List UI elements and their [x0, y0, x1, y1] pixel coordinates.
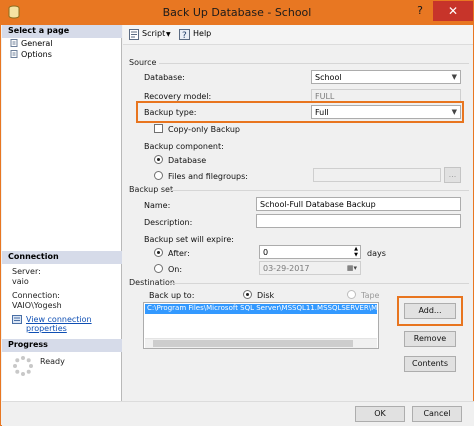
destination-disk-radio[interactable]	[243, 290, 252, 299]
expire-on-date-value: 03-29-2017	[263, 264, 310, 273]
add-button[interactable]: Add...	[404, 303, 456, 319]
copy-only-checkbox[interactable]	[154, 124, 163, 133]
backup-type-select[interactable]: Full ▼	[311, 105, 461, 119]
help-icon: ?	[179, 29, 190, 40]
expire-on-label: On:	[168, 265, 183, 274]
days-label: days	[367, 249, 386, 258]
destination-tape-label: Tape	[361, 291, 380, 300]
backup-name-input[interactable]: School-Full Database Backup	[256, 197, 461, 211]
title-bar: Back Up Database - School ? ✕	[1, 1, 473, 25]
destination-disk-label: Disk	[257, 291, 275, 300]
description-label: Description:	[144, 218, 193, 227]
component-files-radio[interactable]	[154, 171, 163, 180]
remove-button[interactable]: Remove	[404, 331, 456, 347]
chevron-down-icon: ▼	[451, 108, 457, 116]
backup-name-label: Name:	[144, 201, 171, 210]
cancel-button[interactable]: Cancel	[412, 406, 462, 422]
expire-after-label: After:	[168, 249, 190, 258]
page-item-options[interactable]: Options	[10, 50, 52, 61]
source-group-label: Source	[129, 58, 157, 67]
page-icon	[10, 50, 18, 58]
expire-on-date-field: 03-29-2017 ▦▾	[259, 261, 361, 275]
connection-properties-icon	[12, 315, 22, 324]
close-button[interactable]: ✕	[433, 1, 473, 21]
component-database-label: Database	[168, 156, 207, 165]
view-connection-properties-link[interactable]: View connection properties	[26, 315, 121, 333]
component-files-label: Files and filegroups:	[168, 172, 248, 181]
window-title: Back Up Database - School	[162, 6, 312, 19]
script-dropdown-arrow[interactable]: ▼	[166, 31, 171, 38]
calendar-dropdown-icon[interactable]: ▦▾	[347, 264, 357, 272]
expire-on-radio[interactable]	[154, 264, 163, 273]
connection-header: Connection	[2, 251, 122, 264]
expire-after-input[interactable]: 0 ▲ ▼	[259, 245, 361, 259]
progress-status: Ready	[40, 357, 65, 366]
backup-type-value: Full	[315, 108, 329, 117]
page-icon	[10, 39, 18, 47]
svg-text:?: ?	[182, 31, 187, 40]
source-divider	[159, 63, 469, 64]
connection-label: Connection:	[12, 291, 60, 300]
recovery-model-label: Recovery model:	[144, 92, 212, 101]
destination-divider	[169, 283, 469, 284]
expire-after-radio[interactable]	[154, 248, 163, 257]
description-input[interactable]	[256, 214, 461, 228]
progress-spinner-icon	[13, 356, 33, 376]
filegroups-browse-button[interactable]: ...	[444, 167, 461, 183]
copy-only-label: Copy-only Backup	[168, 125, 240, 134]
contents-button[interactable]: Contents	[404, 356, 456, 372]
general-page: Source Database: School ▼ Recovery model…	[123, 46, 473, 401]
database-select[interactable]: School ▼	[311, 70, 461, 84]
help-button[interactable]: Help	[193, 29, 211, 38]
backup-type-label: Backup type:	[144, 108, 197, 117]
database-value: School	[315, 73, 342, 82]
left-pane: Select a page General Options Connection…	[2, 25, 122, 401]
backup-set-divider	[167, 190, 469, 191]
connection-value: VAIO\Yogesh	[12, 301, 62, 310]
expire-label: Backup set will expire:	[144, 235, 234, 244]
script-icon	[129, 29, 139, 40]
backup-database-dialog: Back Up Database - School ? ✕ Select a p…	[0, 0, 474, 426]
script-button[interactable]: Script	[142, 29, 165, 38]
destination-path-item[interactable]: C:\Program Files\Microsoft SQL Server\MS…	[145, 304, 377, 314]
dialog-footer: OK Cancel	[2, 401, 474, 426]
spinner-icon[interactable]: ▲ ▼	[354, 246, 358, 258]
destination-tape-radio[interactable]	[347, 290, 356, 299]
progress-header: Progress	[2, 339, 122, 352]
backup-component-label: Backup component:	[144, 142, 224, 151]
page-item-general-label: General	[21, 39, 53, 48]
title-help-button[interactable]: ?	[407, 1, 433, 21]
select-page-header: Select a page	[2, 25, 122, 38]
destination-list[interactable]: C:\Program Files\Microsoft SQL Server\MS…	[143, 302, 379, 349]
back-up-to-label: Back up to:	[149, 291, 195, 300]
toolbar: Script ▼ ? Help	[123, 25, 473, 45]
component-database-radio[interactable]	[154, 155, 163, 164]
page-item-general[interactable]: General	[10, 39, 53, 50]
expire-after-value: 0	[263, 248, 269, 257]
filegroups-field	[313, 168, 441, 182]
chevron-down-icon: ▼	[451, 73, 457, 81]
page-item-options-label: Options	[21, 50, 52, 59]
ok-button[interactable]: OK	[355, 406, 405, 422]
database-label: Database:	[144, 73, 185, 82]
scrollbar-thumb[interactable]	[153, 340, 353, 347]
horizontal-scrollbar[interactable]	[145, 338, 377, 348]
server-label: Server:	[12, 267, 41, 276]
server-value: vaio	[12, 277, 29, 286]
